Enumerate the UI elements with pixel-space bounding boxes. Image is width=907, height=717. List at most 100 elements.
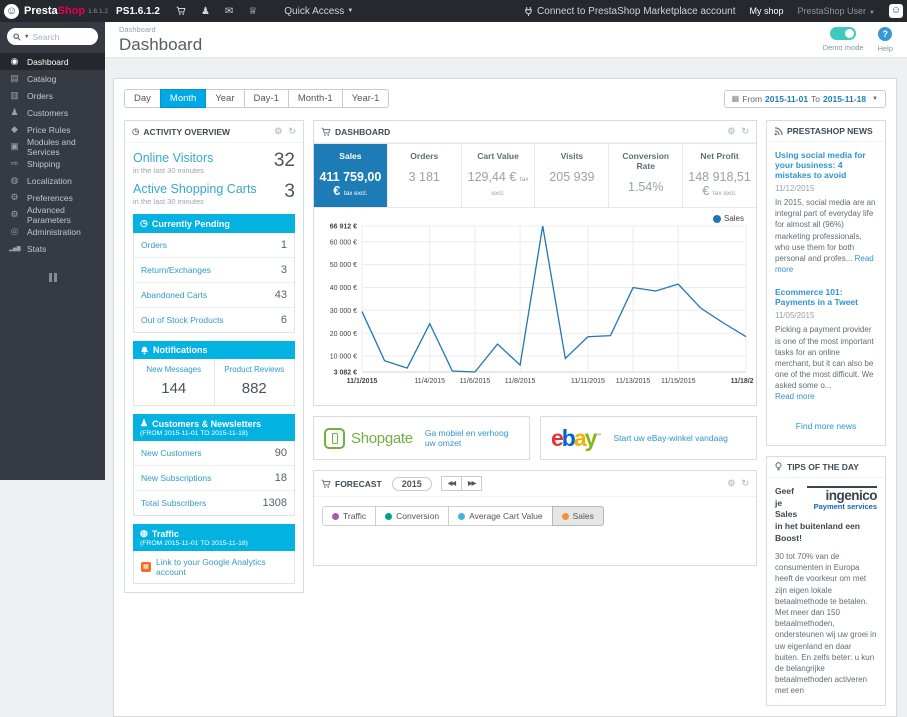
- refresh-icon[interactable]: ↻: [288, 126, 296, 137]
- forecast-legend-average-cart-value[interactable]: Average Cart Value: [448, 506, 553, 526]
- range-year-1-button[interactable]: Year-1: [341, 89, 390, 108]
- tip-body: 30 tot 70% van de consumenten in Europa …: [775, 552, 877, 696]
- cart-icon: [321, 127, 331, 137]
- avatar[interactable]: ☺: [889, 4, 903, 18]
- new-messages-cell[interactable]: New Messages 144: [134, 359, 215, 405]
- list-item[interactable]: Orders 1: [134, 233, 294, 257]
- sidebar-item-shipping[interactable]: ⇨ Shipping: [0, 155, 105, 172]
- kpi-visits[interactable]: Visits 205 939: [534, 144, 608, 207]
- help-icon[interactable]: ?: [878, 27, 893, 41]
- forecast-legend-traffic[interactable]: Traffic: [322, 506, 377, 526]
- forecast-next-button[interactable]: ▶▶: [461, 476, 483, 491]
- svg-text:60 000 €: 60 000 €: [330, 239, 357, 246]
- pending-rows: Orders 1 Return/Exchanges 3 Abandoned Cart…: [133, 233, 295, 333]
- truck-icon: ⇨: [10, 158, 19, 168]
- search-input[interactable]: ▼ Search: [7, 28, 98, 45]
- group-icon: ♟: [10, 107, 19, 117]
- refresh-icon[interactable]: ↻: [741, 126, 749, 137]
- range-button-group: Day Month Year Day-1 Month-1 Year-1: [124, 89, 390, 108]
- customers-newsletters-header: ♟ Customers & Newsletters (FROM 2015-11-0…: [133, 414, 295, 441]
- kpi-net-profit[interactable]: Net Profit 148 918,51 € tax excl.: [682, 144, 756, 207]
- search-placeholder: Search: [32, 31, 60, 42]
- range-year-button[interactable]: Year: [205, 89, 245, 108]
- quick-access-menu[interactable]: Quick Access ▼: [284, 6, 353, 17]
- ebay-promo-card[interactable]: ebay™ Start uw eBay-winkel vandaag: [540, 416, 757, 460]
- legend-label: Sales: [723, 214, 744, 223]
- list-item[interactable]: Return/Exchanges 3: [134, 257, 294, 282]
- forecast-legend-sales[interactable]: Sales: [551, 506, 604, 526]
- google-analytics-icon: ▦: [141, 562, 151, 572]
- active-carts-link[interactable]: Active Shopping Carts: [133, 182, 257, 196]
- kpi-conversion-rate[interactable]: Conversion Rate 1.54%: [608, 144, 682, 207]
- sidebar-item-dashboard[interactable]: ◉ Dashboard: [0, 53, 105, 70]
- legend-dot: [332, 512, 339, 520]
- dashboard-panel-title: DASHBOARD: [335, 126, 391, 137]
- list-item[interactable]: Total Subscribers 1308: [134, 490, 294, 515]
- google-analytics-link[interactable]: Link to your Google Analytics account: [156, 557, 287, 577]
- kpi-orders[interactable]: Orders 3 181: [386, 144, 461, 207]
- gear-icon[interactable]: ⚙: [274, 126, 282, 137]
- connect-marketplace-link[interactable]: Connect to PrestaShop Marketplace accoun…: [524, 6, 735, 17]
- sidebar-item-orders[interactable]: ▥ Orders: [0, 87, 105, 104]
- read-more-link[interactable]: Read more: [775, 392, 815, 401]
- cart-icon: [321, 479, 331, 489]
- shopgate-logo-icon: [324, 427, 345, 449]
- svg-text:11/1/2015: 11/1/2015: [347, 378, 378, 385]
- legend-dot: [561, 512, 569, 520]
- svg-text:30 000 €: 30 000 €: [330, 308, 357, 315]
- sidebar-item-administration[interactable]: ◎ Administration: [0, 223, 105, 240]
- ebay-promo-link[interactable]: Start uw eBay-winkel vandaag: [613, 433, 727, 443]
- kpi-cart-value[interactable]: Cart Value 129,44 € tax excl.: [460, 144, 535, 207]
- find-more-news-link[interactable]: Find more news: [775, 415, 877, 441]
- sidebar-item-localization[interactable]: ◍ Localization: [0, 172, 105, 189]
- user-menu[interactable]: PrestaShop User ▼: [798, 6, 876, 16]
- svg-text:50 000 €: 50 000 €: [330, 262, 357, 269]
- news-article-link[interactable]: Ecommerce 101: Payments in a Tweet: [775, 287, 877, 307]
- demo-mode-toggle[interactable]: [830, 27, 857, 40]
- gear-icon[interactable]: ⚙: [727, 126, 735, 137]
- legend-dot: [712, 214, 721, 223]
- range-day-button[interactable]: Day: [124, 89, 161, 108]
- online-visitors-link[interactable]: Online Visitors: [133, 151, 213, 165]
- brand-name: PrestaShop: [24, 5, 86, 17]
- range-month-button[interactable]: Month: [159, 89, 207, 108]
- page-header: Dashboard Dashboard Demo mode ? Help: [105, 22, 907, 58]
- sidebar-item-stats[interactable]: ▂▅▇ Stats: [0, 240, 105, 257]
- my-shop-link[interactable]: My shop: [749, 6, 783, 16]
- cart-icon[interactable]: [176, 6, 186, 16]
- shopgate-promo-link[interactable]: Ga mobiel en verhoog uw omzet: [425, 428, 519, 448]
- sidebar-item-advanced-parameters[interactable]: ⚙ Advanced Parameters: [0, 205, 105, 225]
- sidebar-item-price-rules[interactable]: ◆ Price Rules: [0, 121, 105, 138]
- sidebar-item-customers[interactable]: ♟ Customers: [0, 104, 105, 121]
- product-reviews-cell[interactable]: Product Reviews 882: [215, 359, 295, 405]
- active-carts-stat: Active Shopping Carts in the last 30 min…: [133, 181, 295, 206]
- forecast-year[interactable]: 2015: [391, 476, 432, 491]
- forecast-prev-button[interactable]: ◀◀: [440, 476, 463, 491]
- list-item[interactable]: Abandoned Carts 43: [134, 282, 294, 307]
- news-article-date: 11/12/2015: [775, 184, 815, 193]
- chart-legend[interactable]: Sales: [712, 214, 744, 223]
- date-range-picker[interactable]: ▦ From 2015-11-01 To 2015-11-18 ▼: [723, 89, 886, 108]
- help-label: Help: [877, 44, 893, 53]
- list-item[interactable]: New Subscriptions 18: [134, 465, 294, 490]
- forecast-legend-conversion[interactable]: Conversion: [375, 506, 450, 526]
- sidebar-item-preferences[interactable]: ⚙ Preferences: [0, 189, 105, 206]
- notifications-header: Notifications: [133, 341, 295, 359]
- sales-chart: 66 912 € 60 000 € 50 000 € 40 000 € 30 000 €…: [330, 224, 762, 386]
- news-article-link[interactable]: Using social media for your business: 4 …: [775, 150, 877, 180]
- news-article: Using social media for your business: 4 …: [775, 150, 877, 275]
- dashboard-panel: DASHBOARD ⚙ ↻ Sales 411 759,00 € tax excl.…: [313, 120, 762, 406]
- list-item[interactable]: New Customers 90: [134, 441, 294, 465]
- kpi-sales[interactable]: Sales 411 759,00 € tax excl.: [314, 144, 387, 207]
- sidebar-item-modules[interactable]: ▣ Modules and Services: [0, 137, 105, 157]
- sidebar-item-catalog[interactable]: ▤ Catalog: [0, 70, 105, 87]
- user-icon[interactable]: ♟: [201, 6, 210, 17]
- range-month-1-button[interactable]: Month-1: [287, 89, 343, 108]
- list-item[interactable]: Out of Stock Products 6: [134, 307, 294, 332]
- collapse-menu-toggle[interactable]: [48, 273, 58, 282]
- trophy-icon[interactable]: ♕: [248, 6, 257, 17]
- envelope-icon[interactable]: ✉: [225, 6, 233, 17]
- shopgate-promo-card[interactable]: Shopgate Ga mobiel en verhoog uw omzet: [313, 416, 530, 460]
- gauge-icon: ◉: [10, 56, 19, 66]
- range-day-1-button[interactable]: Day-1: [243, 89, 289, 108]
